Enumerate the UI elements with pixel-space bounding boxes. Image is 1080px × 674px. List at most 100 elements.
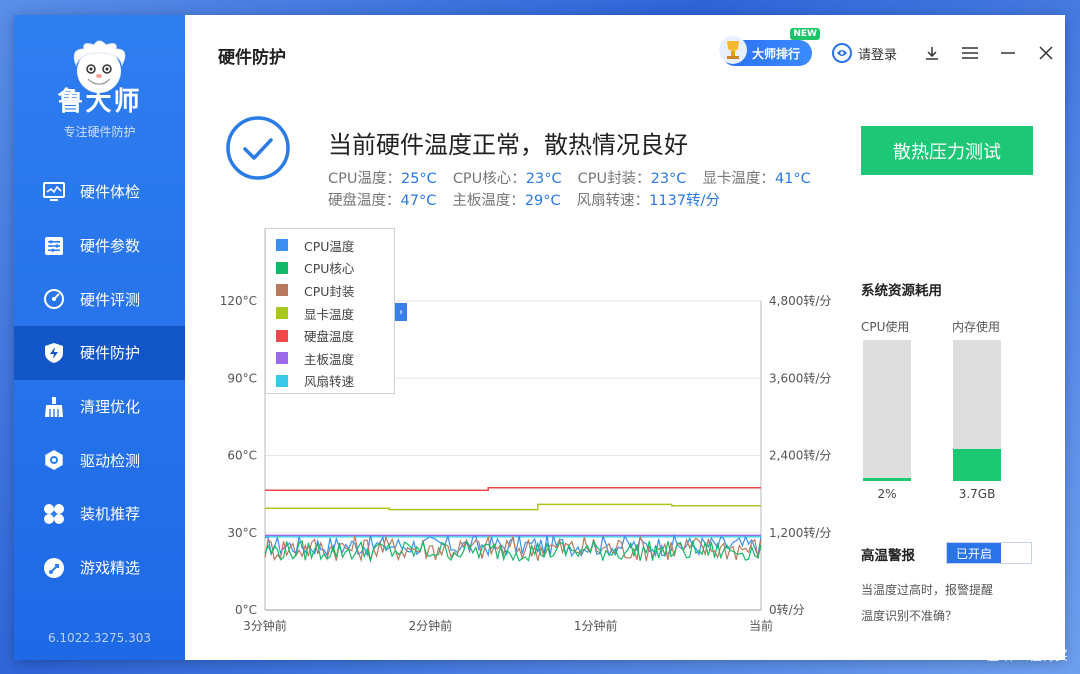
legend-item[interactable]: CPU封装 [276, 279, 394, 302]
check-circle-icon [226, 116, 290, 180]
app-slogan: 专注硬件防护 [63, 125, 136, 139]
legend-swatch [276, 307, 288, 320]
legend-item[interactable]: 主板温度 [276, 347, 394, 370]
sidebar-item-label: 清理优化 [80, 398, 141, 417]
trophy-icon [718, 36, 747, 64]
monitor-icon [42, 180, 66, 204]
y-left-tick-label: 90°C [227, 371, 257, 385]
legend-collapse-button[interactable]: › [395, 303, 407, 321]
metric-disk-temp: 硬盘温度：47°C [328, 193, 437, 209]
cpu-usage-bar [863, 340, 911, 481]
sidebar-item-hardware-benchmark[interactable]: 硬件评测 [14, 272, 185, 326]
close-icon [1039, 46, 1053, 60]
y-left-tick-label: 0°C [235, 603, 257, 617]
metric-cpu-temp: CPU温度：25°C [328, 171, 437, 187]
sidebar-item-label: 游戏精选 [80, 559, 141, 578]
metric-gpu-temp: 显卡温度：41°C [702, 171, 811, 187]
stress-test-button[interactable]: 散热压力测试 [861, 126, 1033, 175]
chart-legend: CPU温度 CPU核心 CPU封装 显卡温度 硬盘温度 主板温度 风扇转速 [265, 228, 395, 394]
sidebar-item-driver-check[interactable]: 驱动检测 [14, 433, 185, 487]
sidebar-item-hardware-protection[interactable]: 硬件防护 [14, 326, 185, 380]
legend-swatch [276, 352, 288, 365]
legend-item[interactable]: CPU核心 [276, 257, 394, 280]
y-right-tick-label: 0转/分 [769, 602, 805, 617]
minimize-button[interactable] [989, 38, 1027, 68]
memory-usage-label: 内存使用 [952, 320, 1001, 334]
y-right-tick-label: 1,200转/分 [769, 525, 831, 540]
main-panel: 硬件防护 大师排行 NEW 请登录 当前硬件温度正常，散热情况良好 CPU温度：… [185, 15, 1065, 660]
legend-item[interactable]: 风扇转速 [276, 370, 394, 393]
memory-usage-bar [953, 340, 1001, 481]
temp-inaccurate-link[interactable]: 温度识别不准确？ [861, 607, 957, 624]
master-rank-button[interactable]: 大师排行 NEW [718, 28, 820, 66]
legend-swatch [276, 239, 288, 252]
sidebar-nav: 硬件体检 硬件参数 硬件评测 硬件防护 清理优化 驱动检测 装机推荐 游戏精选 [14, 165, 185, 595]
login-label: 请登录 [857, 47, 897, 63]
metric-board-temp: 主板温度：29°C [452, 193, 561, 209]
sidebar: 鲁大师 专注硬件防护 硬件体检 硬件参数 硬件评测 硬件防护 清理优化 驱动检测… [14, 15, 185, 660]
fan-icon [42, 502, 66, 526]
login-button[interactable]: 请登录 [831, 43, 897, 63]
cpu-usage-value: 2% [877, 487, 897, 501]
legend-swatch [276, 329, 288, 342]
resources-title: 系统资源耗用 [861, 283, 942, 299]
cpu-usage-label: CPU使用 [861, 320, 910, 334]
menu-icon [962, 47, 978, 59]
y-left-tick-label: 30°C [227, 526, 257, 540]
close-button[interactable] [1027, 38, 1065, 68]
download-icon [926, 47, 938, 60]
sidebar-item-label: 装机推荐 [80, 505, 141, 524]
y-left-tick-label: 60°C [227, 449, 257, 463]
series-line [265, 486, 761, 492]
x-tick-label: 1分钟前 [574, 618, 618, 633]
y-left-tick-label: 120°C [220, 294, 257, 308]
broom-icon [42, 395, 66, 419]
series-line [264, 539, 762, 563]
download-button[interactable] [913, 38, 951, 68]
app-window: 鲁大师 专注硬件防护 硬件体检 硬件参数 硬件评测 硬件防护 清理优化 驱动检测… [14, 15, 1065, 660]
page-title: 硬件防护 [218, 48, 286, 68]
memory-usage-value: 3.7GB [958, 487, 996, 501]
gear-icon [42, 448, 66, 472]
metric-fan-speed: 风扇转速：1137转/分 [576, 193, 720, 209]
temperature-metrics: CPU温度：25°C CPU核心：23°C CPU封装：23°C 显卡温度：41… [328, 168, 827, 212]
cpu-usage-fill [863, 478, 911, 481]
minimize-icon [1001, 52, 1015, 54]
status-title: 当前硬件温度正常，散热情况良好 [328, 131, 688, 159]
sidebar-item-label: 硬件防护 [80, 344, 141, 363]
sidebar-item-clean-optimize[interactable]: 清理优化 [14, 380, 185, 434]
sidebar-item-hardware-params[interactable]: 硬件参数 [14, 219, 185, 273]
sidebar-item-game-picks[interactable]: 游戏精选 [14, 541, 185, 595]
toggle-on-label: 已开启 [947, 543, 1001, 563]
series-line [265, 503, 761, 511]
legend-item[interactable]: 硬盘温度 [276, 324, 394, 347]
legend-item[interactable]: 显卡温度 [276, 302, 394, 325]
watermark: 值 什么值得买 [985, 649, 1068, 664]
legend-swatch [276, 284, 288, 297]
sidebar-item-label: 硬件体检 [80, 183, 141, 202]
sidebar-item-label: 硬件评测 [80, 290, 141, 309]
x-tick-label: 3分钟前 [243, 618, 287, 633]
rocket-icon [42, 556, 66, 580]
x-tick-label: 2分钟前 [409, 618, 453, 633]
master-rank-label: 大师排行 [751, 46, 800, 61]
legend-item[interactable]: CPU温度 [276, 234, 394, 257]
high-temp-alarm-toggle[interactable]: 已开启 [946, 542, 1032, 564]
sidebar-item-build-recommend[interactable]: 装机推荐 [14, 487, 185, 541]
title-bar-actions: 大师排行 NEW 请登录 [718, 28, 1065, 69]
temperature-chart: 120°C 4,800转/分 90°C 3,600转/分 60°C 2,400转/分 30°… [185, 225, 865, 645]
menu-button[interactable] [951, 38, 989, 68]
user-avatar-icon [831, 43, 852, 63]
metric-cpu-package: CPU封装：23°C [577, 171, 687, 187]
gauge-icon [42, 287, 66, 311]
alarm-hint: 当温度过高时，报警提醒 [861, 583, 994, 597]
y-right-tick-label: 4,800转/分 [769, 293, 831, 308]
memory-usage-fill [953, 448, 1001, 481]
legend-swatch [276, 261, 288, 274]
sidebar-item-hardware-check[interactable]: 硬件体检 [14, 165, 185, 219]
y-right-tick-label: 2,400转/分 [769, 448, 831, 463]
y-right-tick-label: 3,600转/分 [769, 370, 831, 385]
metric-cpu-core: CPU核心：23°C [452, 171, 562, 187]
app-name: 鲁大师 [57, 87, 142, 117]
legend-swatch [276, 374, 288, 387]
